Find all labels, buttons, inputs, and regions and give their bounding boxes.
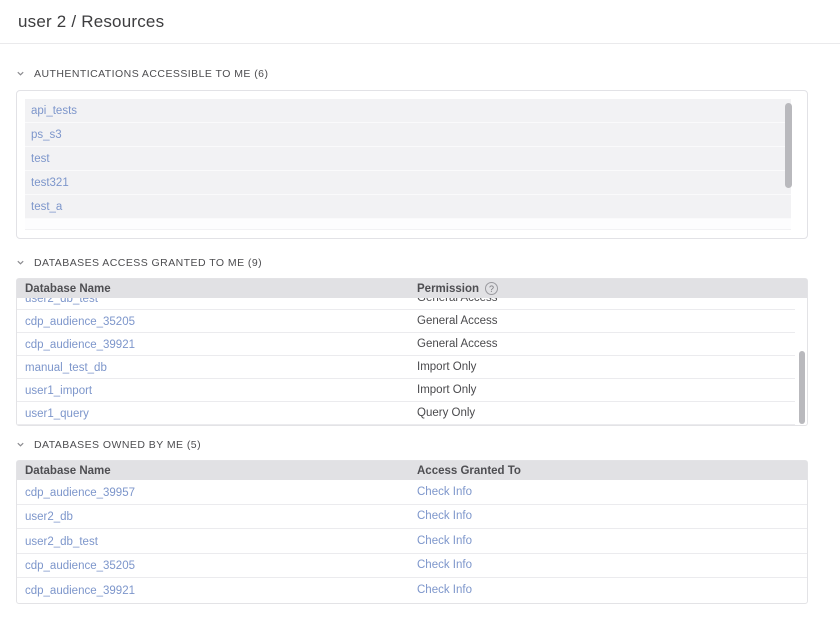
content: AUTHENTICATIONS ACCESSIBLE TO ME (6) api… bbox=[0, 67, 840, 604]
column-header-database-name: Database Name bbox=[17, 283, 417, 295]
database-link[interactable]: user2_db_test bbox=[25, 536, 98, 548]
chevron-down-icon[interactable] bbox=[16, 440, 25, 449]
scrollbar[interactable] bbox=[785, 103, 792, 188]
table-body: cdp_audience_39957 Check Info user2_db C… bbox=[17, 480, 807, 603]
section-title-databases-owned: DATABASES OWNED BY ME (5) bbox=[34, 439, 201, 451]
page-header: user 2 / Resources bbox=[0, 0, 840, 44]
table-header-row: Database Name Permission ? bbox=[17, 279, 807, 298]
list-item: api_tests bbox=[25, 99, 791, 123]
database-link[interactable]: user1_query bbox=[25, 408, 89, 420]
permission-value: Import Only bbox=[417, 361, 795, 373]
authentication-link[interactable]: api_tests bbox=[31, 105, 77, 117]
column-header-access-granted-to: Access Granted To bbox=[417, 465, 807, 477]
section-header-databases-owned[interactable]: DATABASES OWNED BY ME (5) bbox=[16, 438, 824, 451]
permission-value: Import Only bbox=[417, 384, 795, 396]
column-header-database-name: Database Name bbox=[17, 465, 417, 477]
check-info-link[interactable]: Check Info bbox=[417, 535, 472, 547]
database-link[interactable]: cdp_audience_39957 bbox=[25, 487, 135, 499]
page-title: user 2 / Resources bbox=[18, 12, 164, 32]
scrollbar[interactable] bbox=[799, 351, 805, 424]
permission-value: General Access bbox=[417, 298, 795, 304]
database-link[interactable]: manual_test_db bbox=[25, 362, 107, 374]
database-link[interactable]: user2_db_test bbox=[25, 298, 98, 305]
database-link[interactable]: user1_import bbox=[25, 385, 92, 397]
table-row: manual_test_db Import Only bbox=[17, 356, 795, 379]
table-row: cdp_audience_35205 Check Info bbox=[17, 554, 807, 579]
authentications-panel: api_tests ps_s3 test test321 test_a bbox=[16, 90, 808, 239]
owned-databases-table: Database Name Access Granted To cdp_audi… bbox=[16, 460, 808, 604]
authentications-list: api_tests ps_s3 test test321 test_a bbox=[25, 99, 791, 230]
authentication-link[interactable]: test_a bbox=[31, 201, 62, 213]
check-info-link[interactable]: Check Info bbox=[417, 486, 472, 498]
table-row: user1_import Import Only bbox=[17, 379, 795, 402]
permission-value: Query Only bbox=[417, 407, 795, 419]
table-row: user2_db_test Check Info bbox=[17, 529, 807, 554]
authentication-link[interactable]: test321 bbox=[31, 177, 69, 189]
list-item: test bbox=[25, 147, 791, 171]
section-header-authentications[interactable]: AUTHENTICATIONS ACCESSIBLE TO ME (6) bbox=[16, 67, 824, 80]
permission-value: General Access bbox=[417, 338, 795, 350]
granted-databases-table: Database Name Permission ? user2_db_test… bbox=[16, 278, 808, 426]
list-item: ps_s3 bbox=[25, 123, 791, 147]
help-icon[interactable]: ? bbox=[485, 282, 498, 295]
authentication-link[interactable]: ps_s3 bbox=[31, 129, 62, 141]
check-info-link[interactable]: Check Info bbox=[417, 559, 472, 571]
table-row: cdp_audience_39921 General Access bbox=[17, 333, 795, 356]
database-link[interactable]: user2_db bbox=[25, 511, 73, 523]
table-row: user2_db_test General Access bbox=[17, 298, 795, 310]
list-item: test_a bbox=[25, 195, 791, 219]
check-info-link[interactable]: Check Info bbox=[417, 584, 472, 596]
table-row: cdp_audience_39957 Check Info bbox=[17, 480, 807, 505]
table-header-row: Database Name Access Granted To bbox=[17, 461, 807, 480]
chevron-down-icon[interactable] bbox=[16, 258, 25, 267]
list-item: test321 bbox=[25, 171, 791, 195]
database-link[interactable]: cdp_audience_39921 bbox=[25, 585, 135, 597]
resources-page: user 2 / Resources AUTHENTICATIONS ACCES… bbox=[0, 0, 840, 628]
database-link[interactable]: cdp_audience_39921 bbox=[25, 339, 135, 351]
table-row: user2_db Check Info bbox=[17, 505, 807, 530]
section-title-databases-granted: DATABASES ACCESS GRANTED TO ME (9) bbox=[34, 257, 262, 269]
database-link[interactable]: cdp_audience_35205 bbox=[25, 560, 135, 572]
table-row: user1_query Query Only bbox=[17, 402, 795, 425]
section-header-databases-granted[interactable]: DATABASES ACCESS GRANTED TO ME (9) bbox=[16, 256, 824, 269]
table-body: user2_db_test General Access cdp_audienc… bbox=[17, 298, 807, 425]
authentication-link[interactable]: test bbox=[31, 153, 50, 165]
column-header-permission: Permission ? bbox=[417, 282, 807, 295]
section-title-authentications: AUTHENTICATIONS ACCESSIBLE TO ME (6) bbox=[34, 68, 268, 80]
check-info-link[interactable]: Check Info bbox=[417, 510, 472, 522]
table-row: cdp_audience_35205 General Access bbox=[17, 310, 795, 333]
partially-visible-list-item bbox=[25, 219, 791, 229]
permission-value: General Access bbox=[417, 315, 795, 327]
chevron-down-icon[interactable] bbox=[16, 69, 25, 78]
table-row: cdp_audience_39921 Check Info bbox=[17, 578, 807, 603]
database-link[interactable]: cdp_audience_35205 bbox=[25, 316, 135, 328]
